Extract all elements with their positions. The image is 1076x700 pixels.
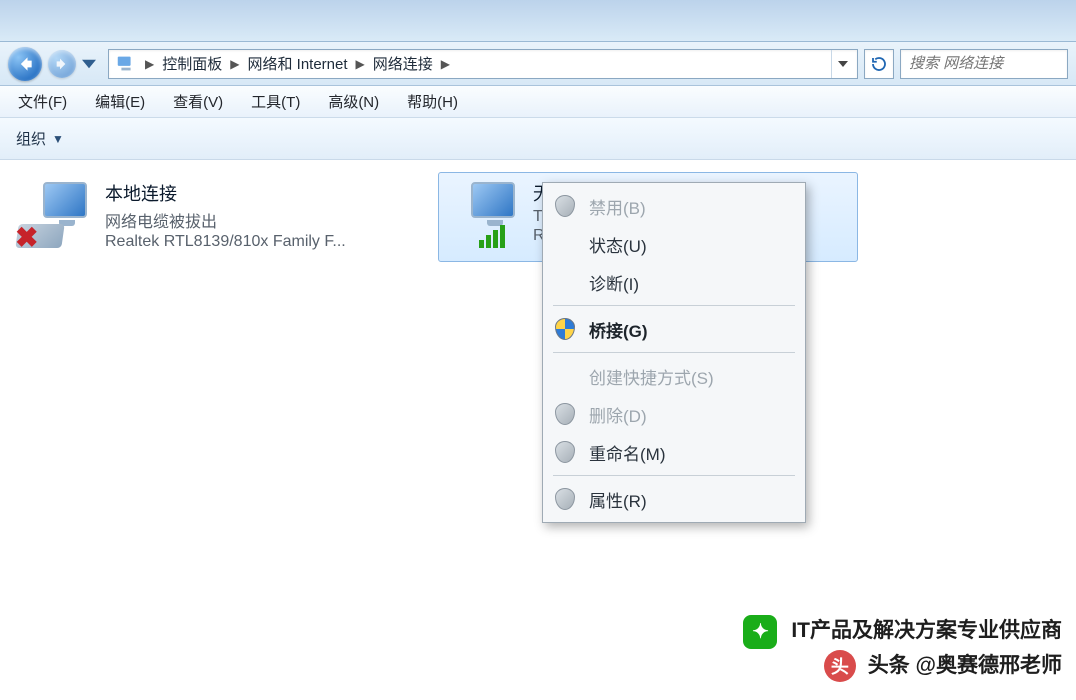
signal-bars-icon	[479, 225, 505, 248]
chevron-right-icon: ▶	[230, 57, 239, 71]
shield-icon	[553, 440, 577, 464]
chevron-right-icon: ▶	[145, 57, 154, 71]
chevron-right-icon: ▶	[441, 57, 450, 71]
lan-status: 网络电缆被拔出	[105, 208, 405, 232]
separator	[553, 475, 795, 476]
ctx-diagnose-label: 诊断(I)	[589, 270, 639, 295]
command-bar: 组织 ▼	[0, 118, 1076, 160]
ctx-disable-label: 禁用(B)	[589, 194, 646, 219]
organize-button[interactable]: 组织	[16, 128, 46, 149]
ctx-bridge[interactable]: 桥接(G)	[545, 310, 803, 348]
uac-shield-icon	[553, 317, 577, 341]
ctx-rename[interactable]: 重命名(M)	[545, 433, 803, 471]
search-box[interactable]	[900, 49, 1068, 79]
wechat-icon: ✦	[743, 615, 777, 649]
refresh-button[interactable]	[864, 49, 894, 79]
menu-file[interactable]: 文件(F)	[18, 91, 67, 112]
ctx-delete[interactable]: 删除(D)	[545, 395, 803, 433]
ctx-disable[interactable]: 禁用(B)	[545, 187, 803, 225]
search-input[interactable]	[907, 54, 1061, 73]
menu-bar: 文件(F) 编辑(E) 查看(V) 工具(T) 高级(N) 帮助(H)	[0, 86, 1076, 118]
context-menu: 禁用(B) 状态(U) 诊断(I) 桥接(G) 创建快捷方式(S) 删除(D) …	[542, 182, 806, 523]
breadcrumb-network-internet[interactable]: 网络和 Internet	[245, 53, 349, 74]
breadcrumb-dropdown-icon[interactable]	[831, 50, 853, 78]
ctx-status[interactable]: 状态(U)	[545, 225, 803, 263]
ctx-rename-label: 重命名(M)	[589, 440, 665, 465]
watermark-overlay: ✦ IT产品及解决方案专业供应商 头 头条 @奥赛德邢老师	[743, 614, 1062, 682]
ctx-properties[interactable]: 属性(R)	[545, 480, 803, 518]
shield-icon	[553, 194, 577, 218]
menu-help[interactable]: 帮助(H)	[407, 91, 458, 112]
content-area: ✖ 本地连接 网络电缆被拔出 Realtek RTL8139/810x Fami…	[0, 160, 1076, 700]
menu-advanced[interactable]: 高级(N)	[328, 91, 379, 112]
chevron-down-icon[interactable]: ▼	[52, 132, 64, 146]
ctx-bridge-label: 桥接(G)	[589, 317, 648, 342]
back-button[interactable]	[8, 47, 42, 81]
lan-adapter: Realtek RTL8139/810x Family F...	[105, 233, 405, 251]
lan-icon: ✖	[17, 178, 95, 250]
avatar-icon: 头	[824, 650, 856, 682]
forward-button[interactable]	[48, 50, 76, 78]
wifi-icon	[445, 178, 523, 250]
ctx-diagnose[interactable]: 诊断(I)	[545, 263, 803, 301]
window-titlebar	[0, 0, 1076, 42]
breadcrumb-control-panel[interactable]: 控制面板	[160, 53, 224, 74]
watermark-toutiao-text: 头条 @奥赛德邢老师	[868, 654, 1062, 677]
shield-icon	[553, 487, 577, 511]
shield-icon	[553, 402, 577, 426]
ctx-status-label: 状态(U)	[589, 232, 647, 257]
ctx-shortcut-label: 创建快捷方式(S)	[589, 364, 714, 389]
separator	[553, 352, 795, 353]
menu-edit[interactable]: 编辑(E)	[95, 91, 145, 112]
connection-item-lan[interactable]: ✖ 本地连接 网络电缆被拔出 Realtek RTL8139/810x Fami…	[10, 172, 430, 262]
menu-view[interactable]: 查看(V)	[173, 91, 223, 112]
ctx-properties-label: 属性(R)	[589, 487, 647, 512]
disconnected-x-icon: ✖	[15, 224, 43, 252]
ctx-delete-label: 删除(D)	[589, 402, 647, 427]
menu-tools[interactable]: 工具(T)	[251, 91, 300, 112]
network-connections-icon	[113, 51, 139, 77]
breadcrumb[interactable]: ▶ 控制面板 ▶ 网络和 Internet ▶ 网络连接 ▶	[108, 49, 858, 79]
lan-title: 本地连接	[105, 180, 405, 206]
ctx-shortcut[interactable]: 创建快捷方式(S)	[545, 357, 803, 395]
separator	[553, 305, 795, 306]
breadcrumb-network-connections[interactable]: 网络连接	[371, 53, 435, 74]
chevron-right-icon: ▶	[356, 57, 365, 71]
history-dropdown-icon[interactable]	[82, 57, 96, 71]
navigation-row: ▶ 控制面板 ▶ 网络和 Internet ▶ 网络连接 ▶	[0, 42, 1076, 86]
watermark-wechat-text: IT产品及解决方案专业供应商	[791, 619, 1062, 642]
